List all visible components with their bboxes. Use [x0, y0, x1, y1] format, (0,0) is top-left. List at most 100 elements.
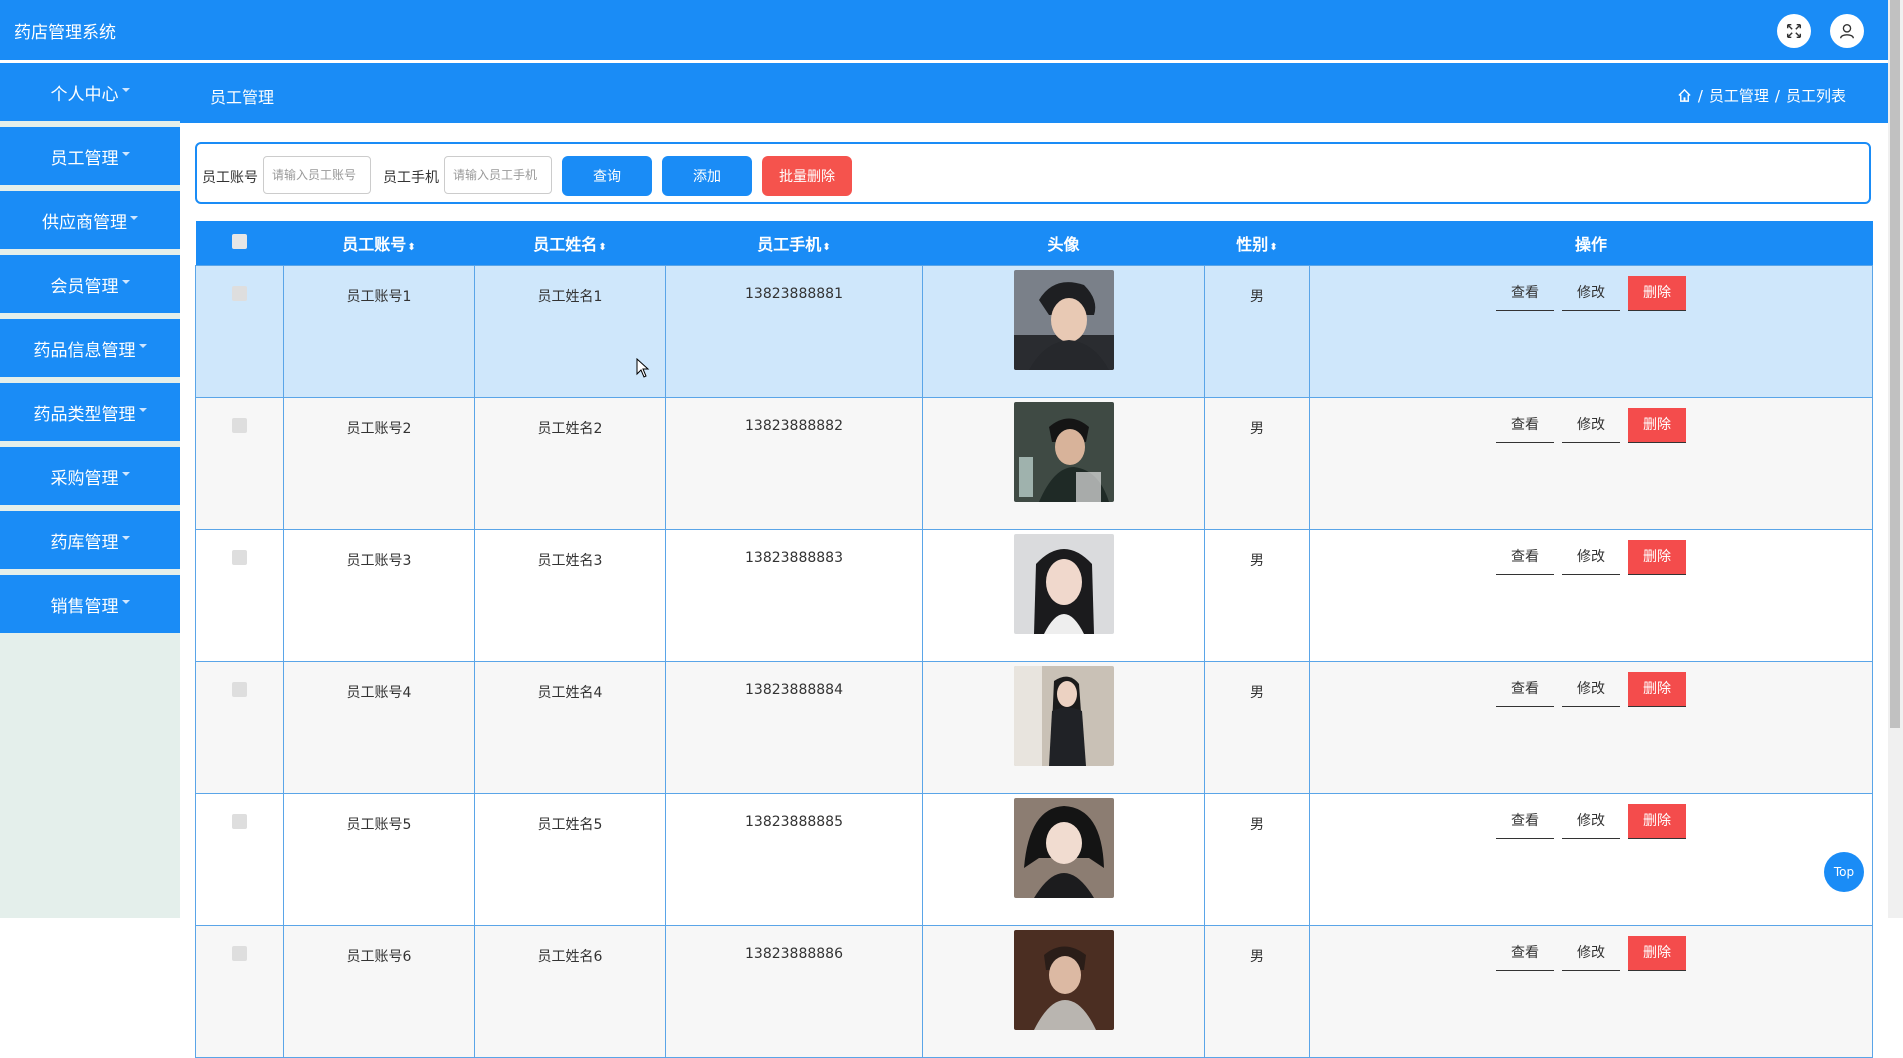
actions-cell: 查看 修改 删除	[1309, 661, 1873, 794]
sidebar-item-label: 供应商管理	[42, 212, 127, 233]
row-checkbox[interactable]	[232, 946, 247, 961]
sidebar-item-employee[interactable]: 员工管理	[0, 127, 180, 185]
delete-button[interactable]: 删除	[1628, 672, 1686, 707]
gender-cell: 男	[1204, 265, 1310, 398]
sidebar-item-drug-type[interactable]: 药品类型管理	[0, 383, 180, 441]
account-label: 员工账号	[202, 170, 258, 186]
view-button[interactable]: 查看	[1496, 540, 1554, 575]
column-header-actions: 操作	[1309, 221, 1873, 266]
delete-button[interactable]: 删除	[1628, 804, 1686, 839]
edit-button[interactable]: 修改	[1562, 672, 1620, 707]
actions-cell: 查看 修改 删除	[1309, 397, 1873, 530]
column-header-avatar: 头像	[922, 221, 1205, 266]
edit-button[interactable]: 修改	[1562, 936, 1620, 971]
back-to-top-button[interactable]: Top	[1824, 852, 1864, 892]
phone-cell: 13823888883	[665, 529, 923, 662]
table-row[interactable]: 员工账号4 员工姓名4 13823888884 男 查看 修改 删除	[195, 661, 1873, 794]
edit-button[interactable]: 修改	[1562, 804, 1620, 839]
column-header-phone[interactable]: 员工手机⬍	[665, 221, 923, 266]
user-menu-button[interactable]	[1830, 14, 1864, 48]
sidebar-item-label: 员工管理	[50, 148, 119, 169]
fullscreen-button[interactable]	[1777, 14, 1811, 48]
delete-button[interactable]: 删除	[1628, 540, 1686, 575]
phone-cell: 13823888885	[665, 793, 923, 926]
edit-button[interactable]: 修改	[1562, 540, 1620, 575]
account-search-input[interactable]	[263, 156, 371, 194]
column-header-name[interactable]: 员工姓名⬍	[474, 221, 666, 266]
edit-button[interactable]: 修改	[1562, 408, 1620, 443]
sidebar-item-member[interactable]: 会员管理	[0, 255, 180, 313]
sidebar-item-label: 药品类型管理	[33, 404, 136, 425]
row-checkbox[interactable]	[232, 682, 247, 697]
column-header-label: 操作	[1574, 235, 1607, 254]
sidebar-item-personal-center[interactable]: 个人中心	[0, 63, 180, 121]
gender-cell: 男	[1204, 661, 1310, 794]
phone-cell: 13823888886	[665, 925, 923, 1058]
view-button[interactable]: 查看	[1496, 408, 1554, 443]
table-row[interactable]: 员工账号3 员工姓名3 13823888883 男 查看 修改 删除	[195, 529, 1873, 662]
view-button[interactable]: 查看	[1496, 936, 1554, 971]
row-checkbox[interactable]	[232, 418, 247, 433]
column-header-gender[interactable]: 性别⬍	[1204, 221, 1310, 266]
account-cell: 员工账号6	[283, 925, 475, 1058]
sidebar-item-drug-info[interactable]: 药品信息管理	[0, 319, 180, 377]
phone-cell: 13823888881	[665, 265, 923, 398]
breadcrumb-item-employee[interactable]: 员工管理	[1709, 85, 1769, 106]
edit-button[interactable]: 修改	[1562, 276, 1620, 311]
top-bar: 药店管理系统	[0, 0, 1888, 60]
view-button[interactable]: 查看	[1496, 804, 1554, 839]
sidebar-item-supplier[interactable]: 供应商管理	[0, 191, 180, 249]
select-all-checkbox[interactable]	[232, 233, 247, 249]
sidebar-item-label: 销售管理	[50, 596, 119, 617]
sidebar-item-sales[interactable]: 销售管理	[0, 575, 180, 633]
breadcrumb-item-employee-list: 员工列表	[1785, 87, 1846, 105]
delete-button[interactable]: 删除	[1628, 408, 1686, 443]
table-row[interactable]: 员工账号6 员工姓名6 13823888886 男 查看 修改 删除	[195, 925, 1873, 1058]
name-cell: 员工姓名5	[474, 793, 666, 926]
name-cell: 员工姓名6	[474, 925, 666, 1058]
sidebar-item-warehouse[interactable]: 药库管理	[0, 511, 180, 569]
delete-button[interactable]: 删除	[1628, 276, 1686, 311]
content-header: 员工管理 / 员工管理 / 员工列表	[180, 63, 1888, 123]
delete-button[interactable]: 删除	[1628, 936, 1686, 971]
column-header-account[interactable]: 员工账号⬍	[283, 221, 475, 266]
view-button[interactable]: 查看	[1496, 672, 1554, 707]
batch-delete-button[interactable]: 批量删除	[762, 156, 852, 196]
breadcrumb: / 员工管理 / 员工列表	[1677, 85, 1846, 106]
scrollbar-thumb[interactable]	[1890, 0, 1900, 728]
column-header-label: 头像	[1047, 235, 1080, 254]
caret-down-icon	[121, 472, 130, 476]
actions-cell: 查看 修改 删除	[1309, 529, 1873, 662]
query-button[interactable]: 查询	[562, 156, 652, 196]
table-row[interactable]: 员工账号2 员工姓名2 13823888882 男 查看 修改 删除	[195, 397, 1873, 530]
sidebar-item-label: 药品信息管理	[33, 340, 136, 361]
phone-search-input[interactable]	[444, 156, 552, 194]
sidebar-item-label: 会员管理	[50, 276, 119, 297]
avatar	[1013, 270, 1114, 370]
sort-icon[interactable]: ⬍	[407, 242, 415, 253]
row-checkbox[interactable]	[232, 550, 247, 565]
user-icon	[1840, 24, 1854, 39]
sort-icon[interactable]: ⬍	[822, 242, 830, 253]
caret-down-icon	[121, 280, 130, 284]
sidebar-item-purchase[interactable]: 采购管理	[0, 447, 180, 505]
avatar	[1013, 666, 1114, 766]
page-scrollbar[interactable]	[1888, 0, 1903, 918]
column-header-label: 员工手机	[757, 235, 822, 254]
actions-cell: 查看 修改 删除	[1309, 265, 1873, 398]
sidebar-item-label: 采购管理	[50, 468, 119, 489]
sort-icon[interactable]: ⬍	[598, 242, 606, 253]
view-button[interactable]: 查看	[1496, 276, 1554, 311]
table-row[interactable]: 员工账号1 员工姓名1 13823888881 男 查看 修改 删除	[195, 265, 1873, 398]
sidebar-item-label: 药库管理	[50, 532, 119, 553]
sort-icon[interactable]: ⬍	[1269, 242, 1277, 253]
home-icon[interactable]	[1677, 88, 1692, 103]
add-button[interactable]: 添加	[662, 156, 752, 196]
sidebar: 个人中心 员工管理 供应商管理 会员管理 药品信息管理 药品类型管理 采购管理 …	[0, 63, 180, 918]
table-row[interactable]: 员工账号5 员工姓名5 13823888885 男 查看 修改 删除	[195, 793, 1873, 926]
caret-down-icon	[121, 88, 130, 92]
gender-cell: 男	[1204, 529, 1310, 662]
row-checkbox[interactable]	[232, 814, 247, 829]
row-checkbox[interactable]	[232, 286, 247, 301]
gender-cell: 男	[1204, 793, 1310, 926]
